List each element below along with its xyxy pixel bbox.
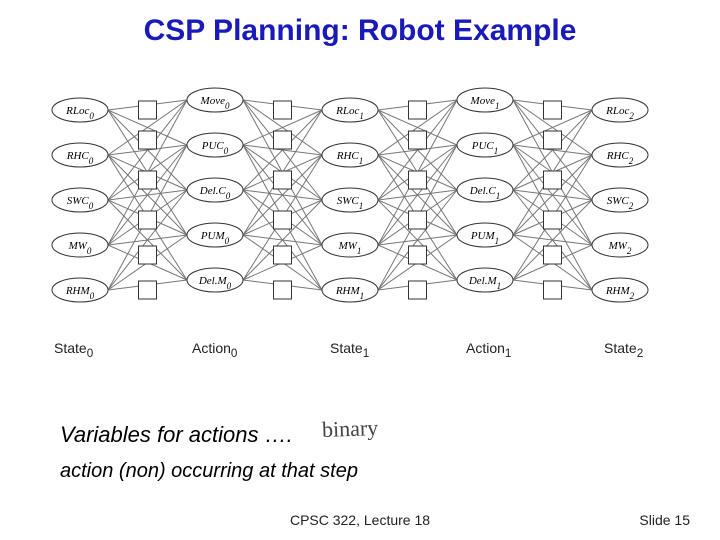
csp-diagram: RLoc0RHC0SWC0MW0RHM0RLoc1RHC1SWC1MW1RHM1… [30, 70, 690, 350]
col-action1: Action1 [466, 340, 511, 360]
col-state1: State1 [330, 340, 369, 360]
footer-course: CPSC 322, Lecture 18 [0, 512, 720, 528]
column-labels: State0 Action0 State1 Action1 State2 [30, 340, 690, 370]
body-line-1: Variables for actions …. [60, 422, 293, 448]
body-line-2: action (non) occurring at that step [60, 460, 358, 483]
col-action0: Action0 [192, 340, 237, 360]
handwritten-annotation: binary [322, 415, 379, 443]
slide-title: CSP Planning: Robot Example [0, 14, 720, 48]
col-state2: State2 [604, 340, 643, 360]
col-state0: State0 [54, 340, 93, 360]
footer-slide-num: Slide 15 [639, 512, 690, 528]
